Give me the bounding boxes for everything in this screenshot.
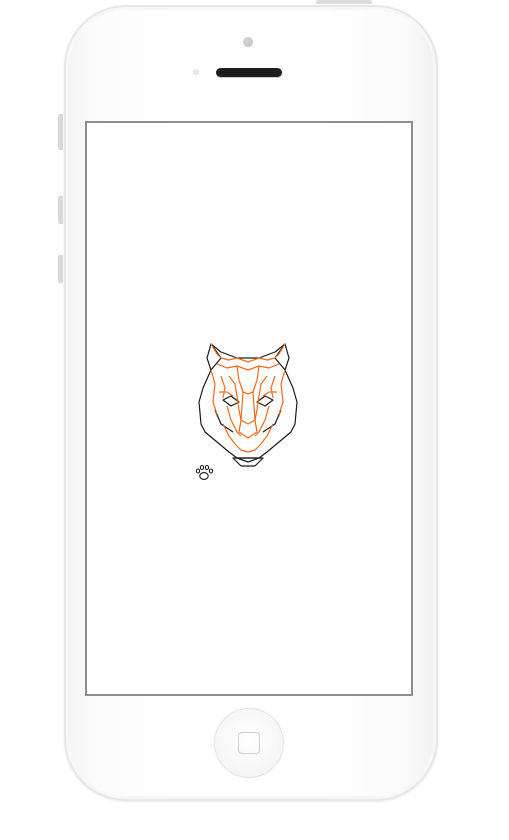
power-button[interactable] xyxy=(316,0,372,4)
mute-switch[interactable] xyxy=(58,114,63,150)
app-splash-screen[interactable] xyxy=(89,125,409,692)
volume-down-button[interactable] xyxy=(58,255,63,283)
earpiece-speaker xyxy=(216,68,282,77)
volume-up-button[interactable] xyxy=(58,196,63,224)
proximity-sensor-icon xyxy=(193,69,199,75)
home-square-icon xyxy=(238,732,260,754)
home-button[interactable] xyxy=(214,708,284,778)
paw-print-icon xyxy=(195,464,214,480)
screen-frame xyxy=(85,121,413,696)
tiger-head-icon xyxy=(195,343,298,480)
device-mockup xyxy=(0,0,509,840)
front-camera-icon xyxy=(243,37,253,47)
